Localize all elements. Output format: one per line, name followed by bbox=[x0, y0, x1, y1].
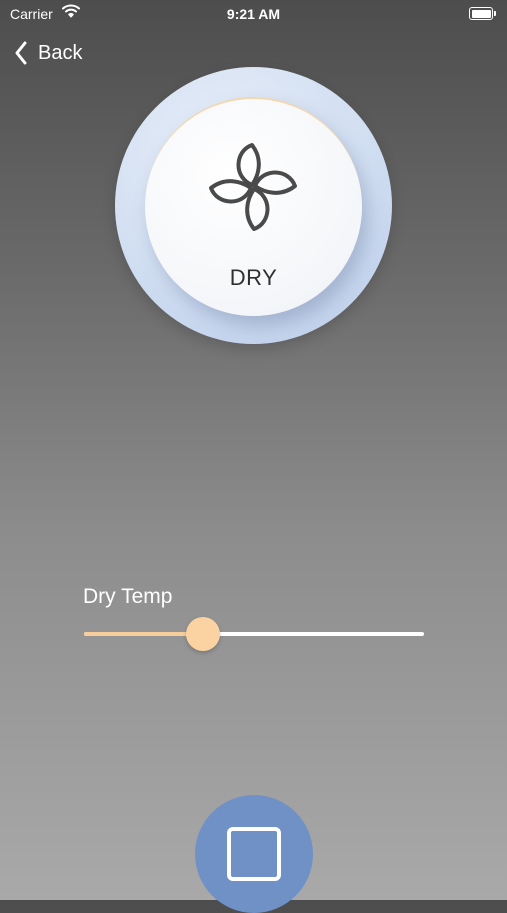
mode-dial[interactable]: DRY bbox=[115, 67, 392, 344]
status-time: 9:21 AM bbox=[226, 6, 281, 22]
battery-icon bbox=[469, 7, 496, 20]
mode-dial-face: DRY bbox=[145, 97, 362, 316]
slider-thumb[interactable] bbox=[186, 617, 220, 651]
temperature-slider[interactable] bbox=[84, 616, 424, 652]
stop-button[interactable] bbox=[195, 795, 313, 913]
fan-icon bbox=[209, 143, 297, 231]
chevron-left-icon bbox=[15, 41, 27, 65]
status-bar: Carrier 9:21 AM bbox=[0, 0, 507, 28]
stop-icon bbox=[227, 827, 281, 881]
back-label: Back bbox=[38, 41, 83, 64]
mode-label: DRY bbox=[229, 265, 278, 290]
temperature-label: Dry Temp bbox=[83, 585, 173, 608]
back-button[interactable]: Back bbox=[14, 38, 82, 68]
